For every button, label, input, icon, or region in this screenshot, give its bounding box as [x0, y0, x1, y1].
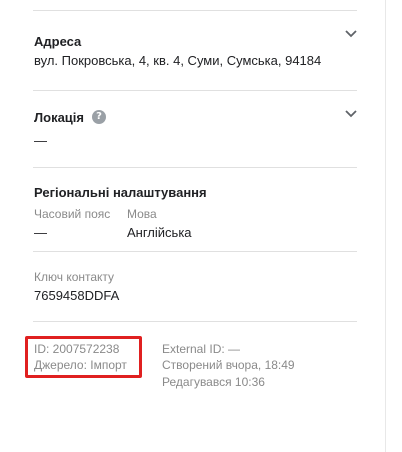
language-value: Англійська: [127, 225, 192, 240]
timezone-label: Часовий пояс: [34, 207, 111, 221]
chevron-down-icon[interactable]: [344, 109, 358, 119]
created-timestamp: Створений вчора, 18:49: [162, 358, 295, 372]
divider: [33, 321, 357, 322]
divider: [33, 167, 357, 168]
contact-details-panel: Адреса вул. Покровська, 4, кв. 4, Суми, …: [0, 0, 402, 452]
language-label: Мова: [127, 207, 157, 221]
divider: [33, 10, 357, 11]
address-title: Адреса: [34, 34, 82, 49]
panel-border: [385, 0, 386, 452]
location-value: —: [34, 133, 47, 148]
external-id: External ID: —: [162, 342, 241, 356]
contact-key-label: Ключ контакту: [34, 270, 115, 284]
divider: [33, 251, 357, 252]
address-value: вул. Покровська, 4, кв. 4, Суми, Сумська…: [34, 53, 322, 68]
contact-key-value: 7659458DDFA: [34, 288, 120, 303]
timezone-value: —: [34, 225, 47, 240]
location-title: Локація: [34, 110, 84, 125]
edited-timestamp: Редагувався 10:36: [162, 375, 265, 389]
divider: [33, 90, 357, 91]
chevron-down-icon[interactable]: [344, 29, 358, 39]
highlight-box: [25, 336, 142, 378]
regional-settings-title: Регіональні налаштування: [34, 185, 207, 200]
help-icon[interactable]: ?: [92, 110, 106, 124]
